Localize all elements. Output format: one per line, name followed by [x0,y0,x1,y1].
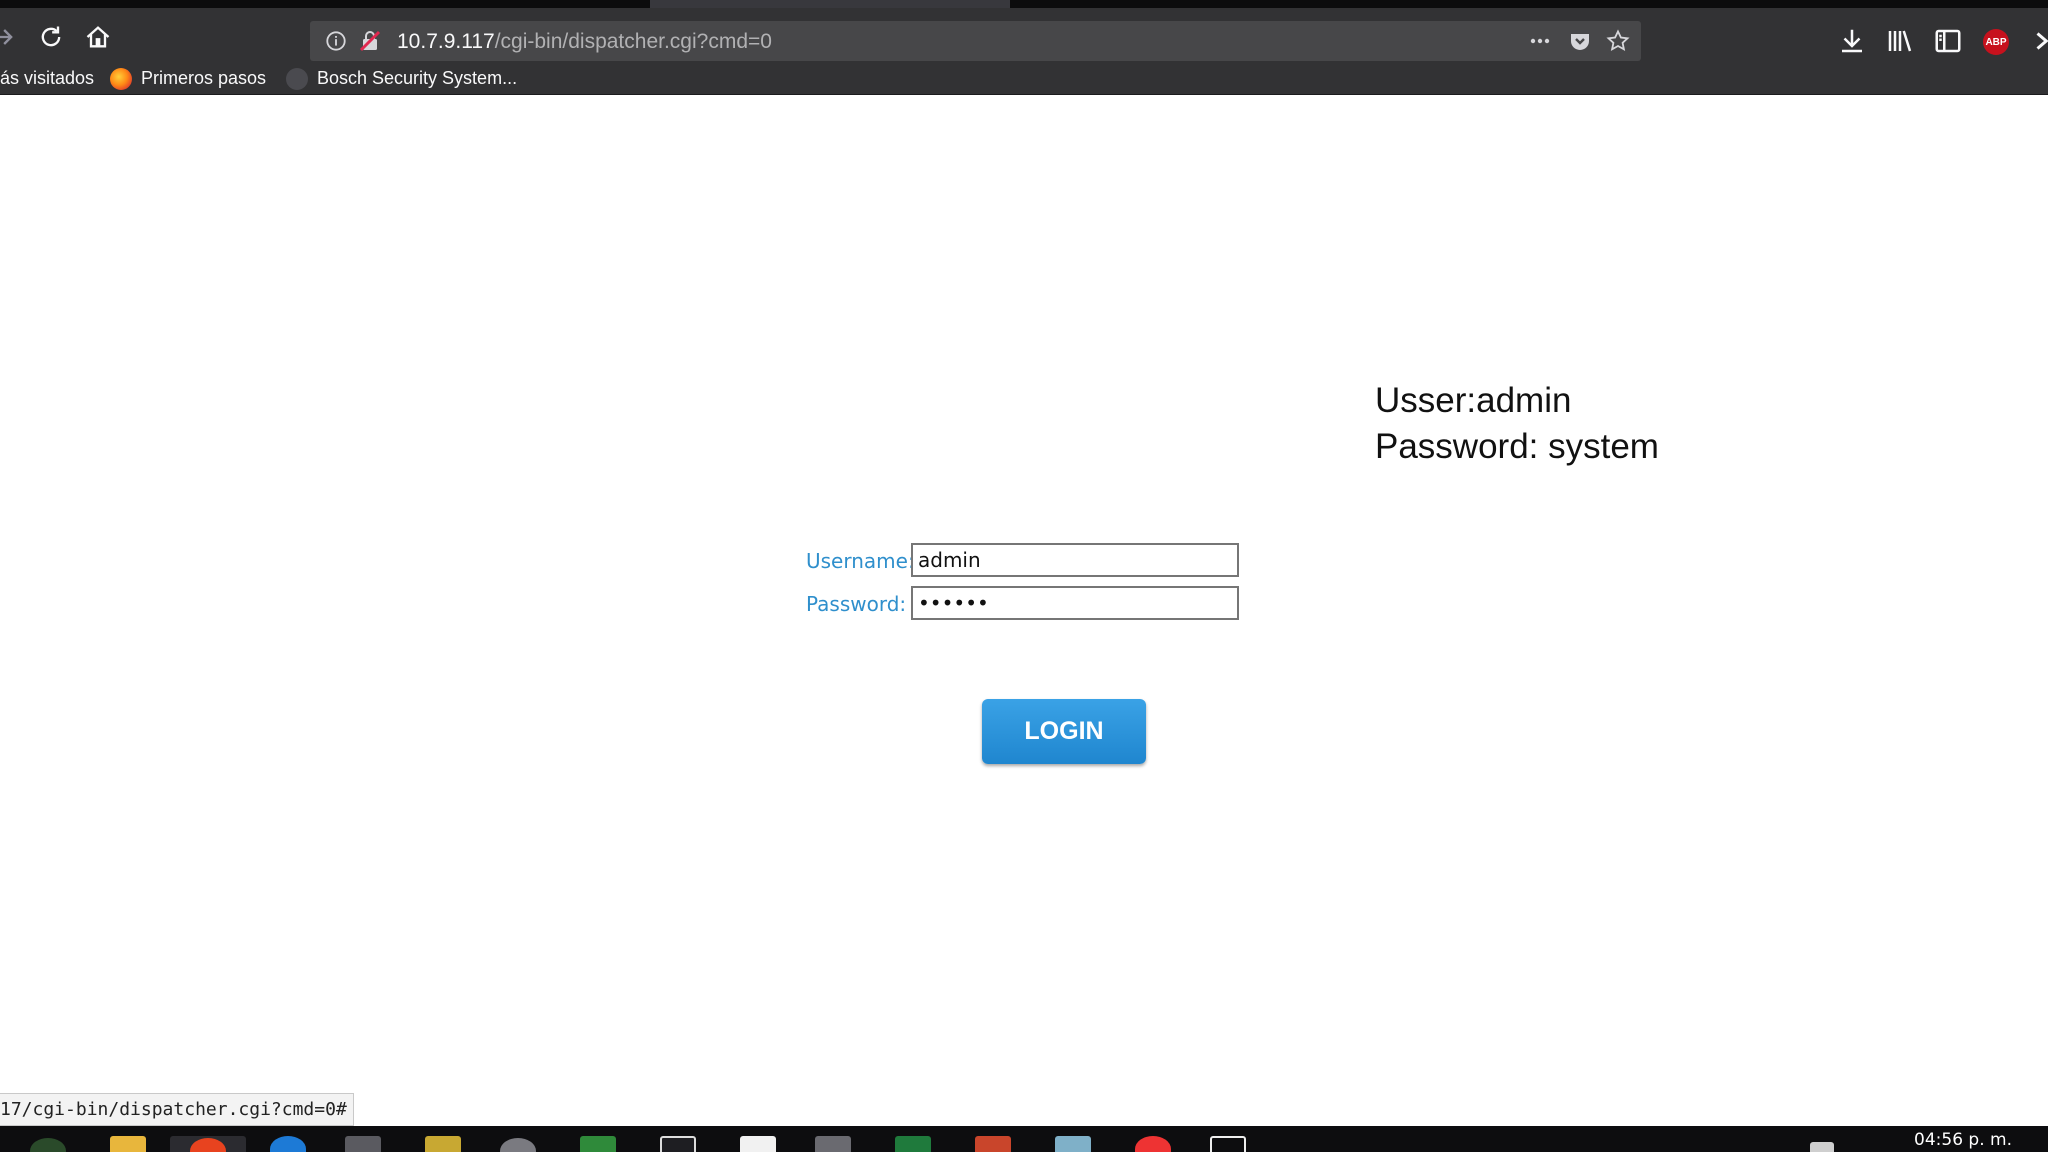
overflow-chevron-icon[interactable] [2030,26,2048,56]
username-input[interactable] [911,543,1239,577]
app-icon[interactable] [1055,1136,1091,1152]
adblock-label: ABP [1985,36,2007,48]
display-app-icon[interactable] [1210,1136,1246,1152]
page-actions-icon[interactable] [1528,29,1552,53]
pocket-icon[interactable] [1568,29,1592,53]
terminal-icon[interactable] [345,1136,381,1152]
os-taskbar [0,1126,2048,1152]
folder-icon[interactable] [425,1136,461,1152]
window-app-icon[interactable] [660,1136,696,1152]
bookmark-label: ás visitados [0,68,95,88]
bookmark-star-icon[interactable] [1606,29,1630,53]
spreadsheet-app-icon[interactable] [580,1136,616,1152]
powerpoint-icon[interactable] [975,1136,1011,1152]
note-password-line: Password: system [1375,427,1659,466]
status-bar-link: 17/cgi-bin/dispatcher.cgi?cmd=0# [0,1093,354,1126]
firefox-icon [110,67,132,90]
login-button[interactable]: LOGIN [982,699,1146,764]
password-label: Password: [806,592,907,616]
bookmark-most-visited[interactable]: ás visitados [0,63,94,94]
insecure-lock-icon[interactable] [358,29,382,53]
edge-icon[interactable] [270,1136,306,1152]
url-text[interactable]: 10.7.9.117/cgi-bin/dispatcher.cgi?cmd=0 [397,30,772,54]
note-user-line: Usser:admin [1375,381,1572,420]
bookmark-getting-started[interactable]: Primeros pasos [110,63,266,94]
search-app-icon[interactable] [500,1138,536,1152]
bookmark-label: Primeros pasos [141,68,267,88]
credentials-note: Usser:admin Password: system [1375,378,1659,470]
url-bar[interactable]: 10.7.9.117/cgi-bin/dispatcher.cgi?cmd=0 [310,21,1641,61]
bookmark-bosch[interactable]: Bosch Security System... [286,63,517,94]
active-tab[interactable] [650,0,1010,8]
file-explorer-icon[interactable] [110,1136,146,1152]
acrobat-icon[interactable] [1135,1136,1171,1152]
tab-strip [0,0,2048,8]
downloads-icon[interactable] [1837,26,1867,56]
tray-icon[interactable] [1810,1142,1834,1152]
browser-toolbar: 10.7.9.117/cgi-bin/dispatcher.cgi?cmd=0 … [0,8,2048,63]
taskbar-clock: 04:56 p. m. [1914,1130,2012,1150]
url-host: 10.7.9.117 [397,30,495,53]
calculator-icon[interactable] [815,1136,851,1152]
url-path: /cgi-bin/dispatcher.cgi?cmd=0 [494,30,772,53]
adblock-icon[interactable]: ABP [1983,29,2009,55]
forward-icon[interactable] [0,20,20,54]
site-info-icon[interactable] [325,30,347,52]
bookmark-label: Bosch Security System... [317,68,518,88]
notepad-icon[interactable] [740,1136,776,1152]
password-input[interactable] [911,586,1239,620]
start-icon[interactable] [30,1138,66,1152]
library-icon[interactable] [1885,26,1915,56]
globe-icon [286,67,308,90]
home-icon[interactable] [81,20,115,54]
excel-icon[interactable] [895,1136,931,1152]
sidebar-icon[interactable] [1933,26,1963,56]
reload-icon[interactable] [34,20,68,54]
username-label: Username: [806,549,915,573]
